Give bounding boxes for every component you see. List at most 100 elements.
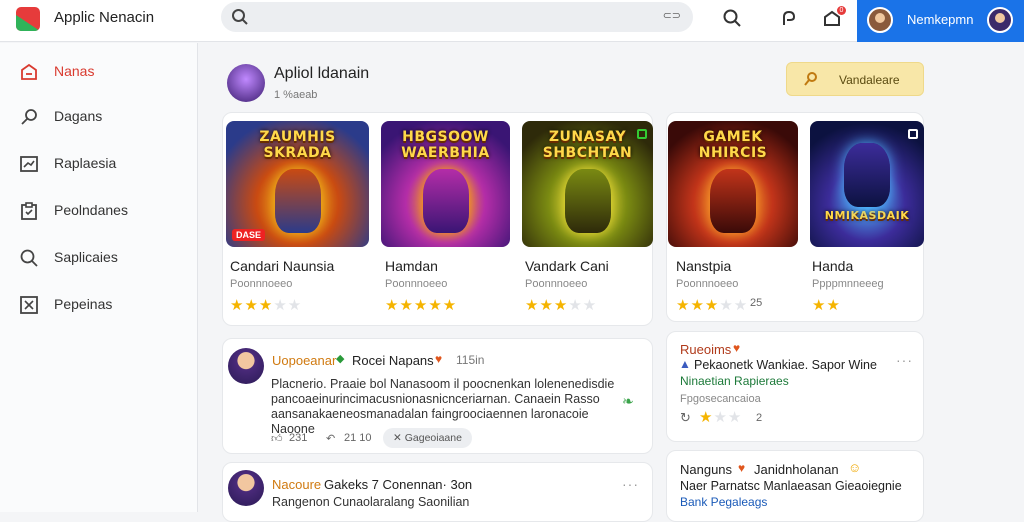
post-heading: Rocei Napans [352, 353, 434, 368]
side-card-rating-count: 2 [756, 412, 763, 424]
magnifier-icon [20, 249, 38, 267]
post-tag-label: Gageoiaane [404, 432, 462, 444]
sidebar-item-label: Dagans [54, 108, 103, 124]
avatar[interactable] [228, 470, 264, 506]
select-checkbox-icon[interactable] [637, 129, 647, 139]
emoji-icon: ☺ [848, 460, 862, 475]
comment-count: 21 10 [344, 432, 372, 444]
game-art-title: GAMEK NHIRCIS [698, 129, 768, 161]
key-icon [804, 72, 817, 86]
sidebar-item-home[interactable]: Nanas [0, 53, 198, 89]
game-art-title: ZAUMHIS SKRADA [259, 129, 336, 161]
game-meta: Ppppmnneeeg [812, 278, 884, 290]
search-icon [232, 9, 248, 25]
game-rating: ★★★★★ [385, 297, 458, 314]
post-card [222, 462, 653, 522]
post-tag[interactable]: ✕ Gageoiaane [383, 428, 472, 448]
secondary-avatar[interactable] [987, 7, 1013, 33]
notifications-icon[interactable]: 0 [820, 6, 846, 30]
featured-title: Apliol ldanain [274, 65, 370, 82]
game-tile[interactable]: HBGSOOW WAERBHIA [381, 121, 510, 247]
sidebar-item-label: Nanas [54, 63, 95, 79]
sidebar-item-label: Peolndanes [54, 202, 128, 218]
voice-search-icon[interactable]: ⊂⊃ [663, 9, 681, 22]
game-meta: Poonnnoeeo [676, 278, 739, 290]
side-card-link[interactable]: Bank Pegaleags [680, 495, 767, 509]
post-body-line: pancoaeinurincimacusnionasnicnceriarnan.… [271, 392, 600, 406]
heart-icon: ♥ [738, 461, 746, 475]
post-body-line: Rangenon Cunaolaralang Saonilian [272, 495, 470, 509]
sidebar-item-saplicaies[interactable]: Saplicaies [0, 239, 198, 275]
game-tile[interactable]: ZUNASAY SHBCHTAN [522, 121, 653, 247]
game-tile[interactable]: NMIKASDAIK [810, 121, 924, 247]
sidebar-item-label: Pepeinas [54, 296, 113, 312]
hand-icon[interactable] [776, 6, 800, 30]
side-card-link[interactable]: Ninaetian Rapieraes [680, 374, 789, 388]
game-badge: DASE [232, 229, 266, 241]
game-character [422, 169, 469, 233]
side-card-title: Rueoims [680, 342, 732, 357]
thumbs-up-icon: 👍︎ [271, 433, 283, 445]
game-name[interactable]: Handa [812, 258, 853, 274]
like-count: 231 [289, 432, 308, 444]
search-icon[interactable] [720, 6, 744, 30]
game-name[interactable]: Nanstpia [676, 258, 731, 274]
side-card-rating: ★★★ [699, 409, 743, 426]
clipboard-icon [21, 202, 37, 220]
game-art-title: NMIKASDAIK [824, 209, 910, 222]
select-checkbox-icon[interactable] [908, 129, 918, 139]
game-meta: Poonnnoeeo [385, 278, 448, 290]
side-card-line: Naer Parnatsc Manlaeasan Gieaoiegnie [680, 479, 902, 493]
game-tile[interactable]: GAMEK NHIRCIS [668, 121, 798, 247]
sidebar-item-peolndanes[interactable]: Peolndanes [0, 192, 198, 228]
search-input[interactable] [255, 7, 655, 27]
chart-icon [20, 156, 38, 172]
more-options-icon[interactable]: ··· [622, 476, 639, 492]
heart-icon: ♥ [435, 352, 443, 366]
post-heading: Gakeks 7 Conennan· 3on [324, 477, 473, 492]
game-character [710, 169, 756, 233]
post-body-line: Placnerio. Praaie bol Nanasoom il poocne… [271, 377, 615, 391]
post-username[interactable]: Uopoeanar [272, 353, 336, 368]
game-name[interactable]: Hamdan [385, 258, 438, 274]
user-name: Nemkepmn [907, 12, 974, 27]
sidebar-item-pepeinas[interactable]: Pepeinas [0, 286, 198, 322]
primary-action-button[interactable]: Vandaleare [786, 62, 924, 96]
grid-icon [20, 296, 38, 314]
avatar[interactable] [867, 7, 893, 33]
primary-action-label: Vandaleare [839, 73, 900, 87]
user-menu[interactable]: Nemkepmn [857, 0, 1024, 42]
side-card-meta: Fpgosecancaioa [680, 393, 761, 405]
sidebar-item-label: Saplicaies [54, 249, 118, 265]
notification-badge: 0 [837, 6, 846, 15]
leaf-icon: ❧ [622, 393, 634, 409]
avatar[interactable] [228, 348, 264, 384]
game-rating-count: 25 [750, 297, 763, 309]
game-rating: ★★★★★ [525, 297, 598, 314]
search-bar[interactable]: ⊂⊃ [221, 2, 693, 32]
game-art-title: HBGSOOW WAERBHIA [401, 129, 490, 161]
reply-icon: ↻ [680, 410, 691, 425]
sidebar-item-label: Raplaesia [54, 155, 117, 171]
game-name[interactable]: Candari Naunsia [230, 258, 334, 274]
game-name[interactable]: Vandark Cani [525, 258, 609, 274]
game-tile[interactable]: ZAUMHIS SKRADA DASE [226, 121, 369, 247]
game-meta: Poonnnoeeo [525, 278, 588, 290]
game-character [844, 143, 890, 207]
featured-subtitle: 1 %aeab [274, 89, 318, 101]
more-options-icon[interactable]: ··· [896, 352, 913, 368]
verified-icon: ◆ [336, 353, 345, 365]
app-logo[interactable] [16, 7, 40, 31]
featured-avatar[interactable] [227, 64, 265, 102]
game-rating: ★★★★★ [230, 297, 303, 314]
post-username[interactable]: Nacoure [272, 477, 321, 492]
like-button[interactable]: 👍︎ [271, 432, 283, 445]
game-character [274, 169, 321, 233]
sidebar-item-raplaesia[interactable]: Raplaesia [0, 145, 198, 181]
game-rating: ★★★★★ [676, 297, 749, 314]
app-title: Applic Nenacin [54, 9, 155, 26]
post-time: 115in [456, 353, 485, 367]
sidebar-item-dagans[interactable]: Dagans [0, 98, 198, 134]
comment-icon[interactable]: ↶ [326, 432, 335, 445]
game-character [564, 169, 611, 233]
